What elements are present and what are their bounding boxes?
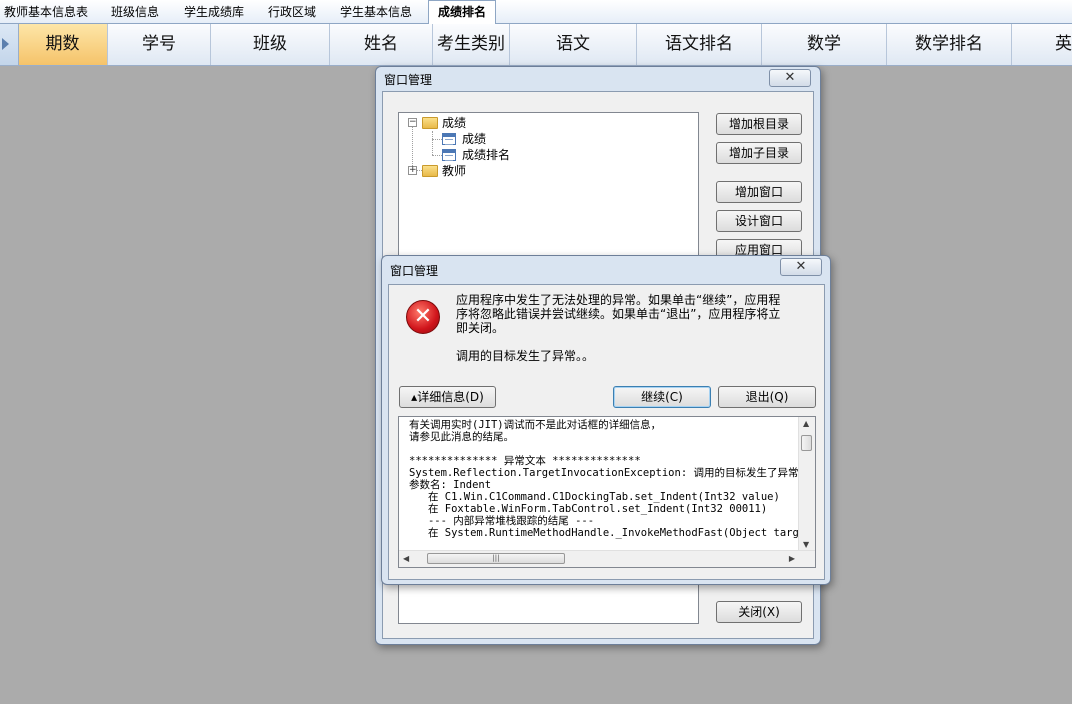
window-doc-icon: [442, 149, 456, 161]
detail-line: 在 System.RuntimeMethodHandle._InvokeMeth…: [409, 527, 816, 539]
tree-node-label: 成绩排名: [462, 148, 511, 162]
tree-node-score-ranking-window[interactable]: 成绩排名: [399, 147, 539, 163]
window-manager-title: 窗口管理: [384, 73, 433, 87]
error-x-glyph: ✕: [413, 304, 433, 329]
folder-icon: [422, 165, 438, 177]
continue-button[interactable]: 继续(C): [613, 386, 711, 408]
detail-line: 在 C1.Win.C1Command.C1DockingTab.set_Inde…: [409, 491, 780, 503]
detail-line: ************** 异常文本 **************: [409, 455, 641, 467]
close-icon: ✕: [784, 70, 796, 85]
error-dialog-title: 窗口管理: [390, 264, 439, 278]
detail-line: System.Reflection.TargetInvocationExcept…: [409, 467, 809, 479]
error-icon: ✕: [406, 300, 440, 334]
tab-student-scores[interactable]: 学生成绩库: [178, 2, 250, 22]
grid-col-math[interactable]: 数学: [762, 24, 887, 65]
scroll-up-arrow-icon[interactable]: ▲: [803, 419, 809, 428]
detail-line: 参数名: Indent: [409, 479, 492, 491]
tree-node-scores-folder[interactable]: − 成绩: [399, 115, 519, 131]
error-message-line: 应用程序中发生了无法处理的异常。如果单击“继续”，应用程: [456, 293, 781, 307]
scroll-right-arrow-icon[interactable]: ▶: [789, 554, 795, 563]
grid-col-student-id[interactable]: 学号: [108, 24, 211, 65]
exception-details-text: 有关调用实时(JIT)调试而不是此对话框的详细信息， 请参见此消息的结尾。 **…: [409, 419, 816, 539]
error-dialog-client: ✕ 应用程序中发生了无法处理的异常。如果单击“继续”，应用程 序将忽略此错误并尝…: [388, 284, 825, 580]
window-doc-icon: [442, 133, 456, 145]
detail-line: 在 Foxtable.WinForm.TabControl.set_Indent…: [409, 503, 768, 515]
row-header: [0, 24, 19, 65]
error-dialog-close-button[interactable]: ✕: [780, 258, 822, 276]
error-target-message: 调用的目标发生了异常。。: [456, 349, 595, 363]
tree-node-teacher-folder[interactable]: + 教师: [399, 163, 519, 179]
grid-col-period[interactable]: 期数: [18, 24, 108, 65]
grid-col-chinese[interactable]: 语文: [510, 24, 637, 65]
horizontal-scrollbar[interactable]: ◀ ||| ▶: [399, 550, 815, 567]
row-pointer-icon: [2, 38, 9, 50]
details-toggle-button[interactable]: ▴详细信息(D): [399, 386, 496, 408]
quit-button[interactable]: 退出(Q): [718, 386, 816, 408]
folder-icon: [422, 117, 438, 129]
tab-teacher-info[interactable]: 教师基本信息表: [2, 2, 90, 22]
grid-col-exam-type[interactable]: 考生类别: [433, 24, 510, 65]
vertical-scroll-thumb[interactable]: [801, 435, 812, 451]
grid-col-math-rank[interactable]: 数学排名: [887, 24, 1012, 65]
tree-node-label: 教师: [442, 164, 467, 178]
add-root-button[interactable]: 增加根目录: [716, 113, 802, 135]
add-child-button[interactable]: 增加子目录: [716, 142, 802, 164]
error-dialog: 窗口管理 ✕ ✕ 应用程序中发生了无法处理的异常。如果单击“继续”，应用程 序将…: [381, 255, 831, 585]
exception-details-box[interactable]: 有关调用实时(JIT)调试而不是此对话框的详细信息， 请参见此消息的结尾。 **…: [398, 416, 816, 568]
tree-node-label: 成绩: [442, 116, 467, 130]
error-message-line: 序将忽略此错误并尝试继续。如果单击“退出”，应用程序将立: [456, 307, 781, 321]
detail-line: 有关调用实时(JIT)调试而不是此对话框的详细信息，: [409, 419, 662, 431]
tab-admin-region[interactable]: 行政区域: [262, 2, 322, 22]
tree-node-scores-window[interactable]: 成绩: [399, 131, 519, 147]
grid-col-class[interactable]: 班级: [211, 24, 330, 65]
error-message: 应用程序中发生了无法处理的异常。如果单击“继续”，应用程 序将忽略此错误并尝试继…: [456, 293, 780, 335]
scroll-left-arrow-icon[interactable]: ◀: [403, 554, 409, 563]
error-message-line: 即关闭。: [456, 321, 505, 335]
grid-col-name[interactable]: 姓名: [330, 24, 433, 65]
tab-class-info[interactable]: 班级信息: [104, 2, 166, 22]
grid-col-english[interactable]: 英: [1012, 24, 1072, 65]
tab-score-ranking[interactable]: 成绩排名: [428, 0, 496, 24]
close-icon: ✕: [795, 259, 807, 274]
grid-col-chinese-rank[interactable]: 语文排名: [637, 24, 762, 65]
horizontal-scroll-thumb[interactable]: |||: [427, 553, 565, 564]
design-window-button[interactable]: 设计窗口: [716, 210, 802, 232]
add-window-button[interactable]: 增加窗口: [716, 181, 802, 203]
window-manager-close-button[interactable]: ✕: [769, 69, 811, 87]
tab-student-basic[interactable]: 学生基本信息: [334, 2, 418, 22]
tab-strip: 教师基本信息表 班级信息 学生成绩库 行政区域 学生基本信息 成绩排名: [0, 0, 1072, 24]
expand-icon[interactable]: +: [408, 166, 417, 175]
collapse-icon[interactable]: −: [408, 118, 417, 127]
grid-header: 期数 学号 班级 姓名 考生类别 语文 语文排名 数学 数学排名 英: [0, 24, 1072, 66]
detail-line: --- 内部异常堆栈跟踪的结尾 ---: [409, 515, 595, 527]
tree-node-label: 成绩: [462, 132, 487, 146]
scroll-down-arrow-icon[interactable]: ▼: [803, 540, 809, 549]
close-button[interactable]: 关闭(X): [716, 601, 802, 623]
detail-line: 请参见此消息的结尾。: [409, 431, 514, 443]
vertical-scrollbar[interactable]: ▲ ▼: [798, 417, 815, 551]
